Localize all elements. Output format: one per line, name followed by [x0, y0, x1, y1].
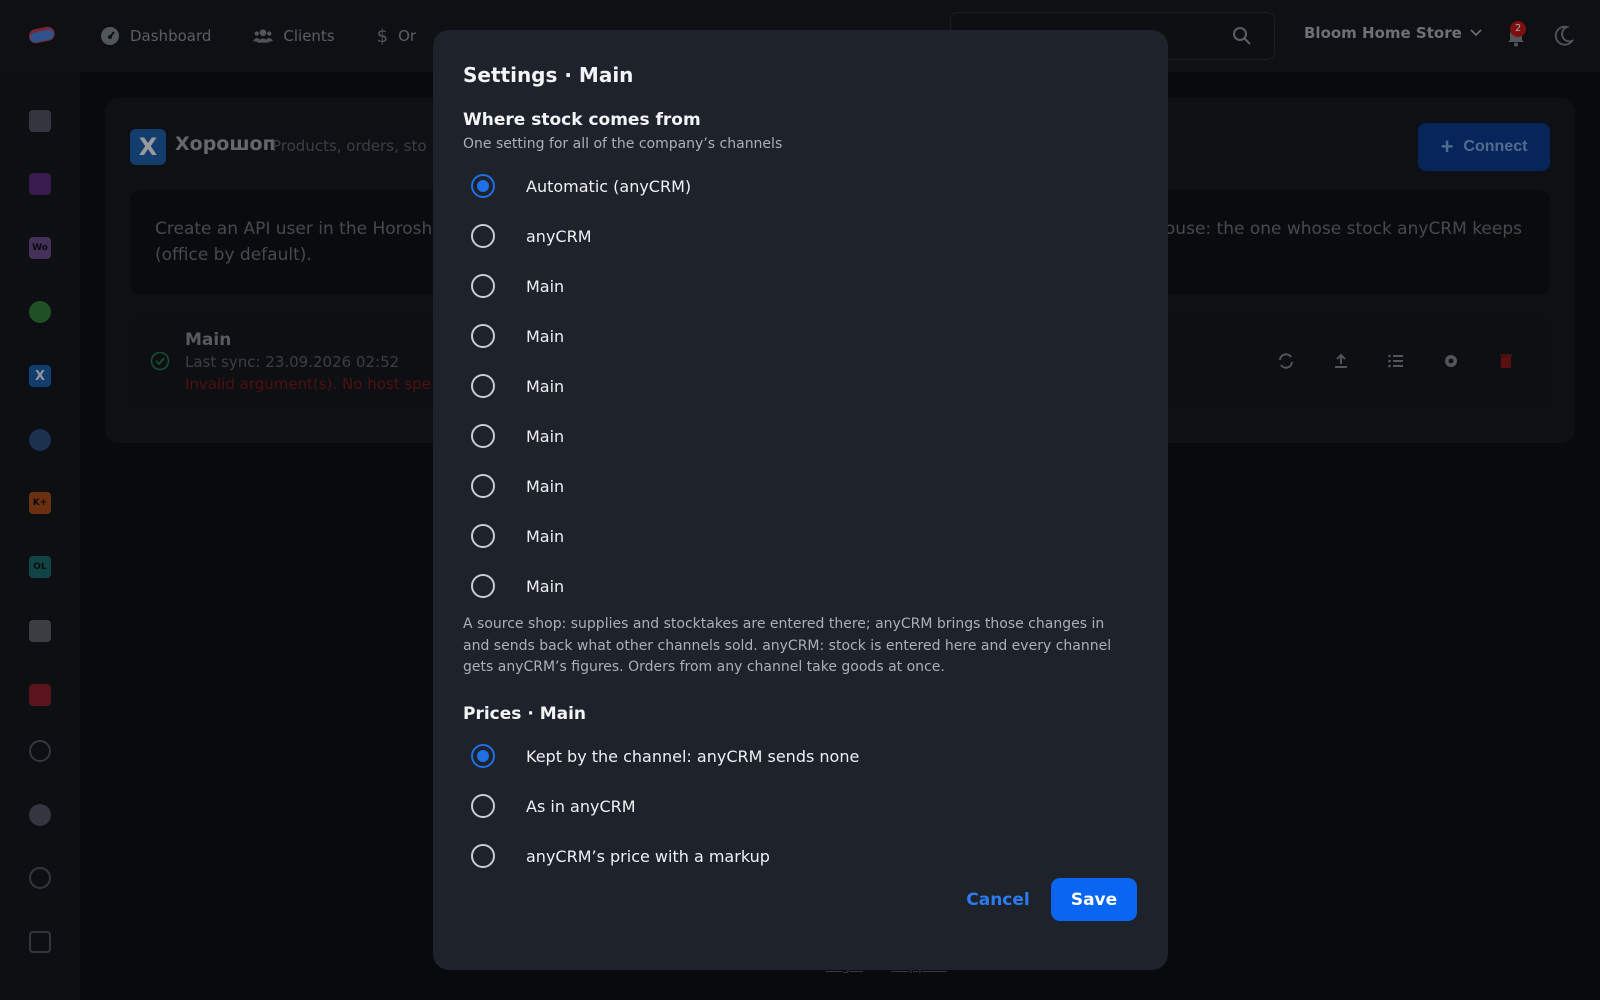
radio-button[interactable] — [471, 574, 495, 598]
price-option[interactable]: Kept by the channel: anyCRM sends none — [471, 743, 859, 769]
radio-button[interactable] — [471, 324, 495, 348]
stock-source-option[interactable]: Main — [471, 423, 564, 449]
radio-button[interactable] — [471, 844, 495, 868]
price-option-label: anyCRM’s price with a markup — [526, 846, 770, 866]
stock-source-option-label: Main — [526, 326, 565, 346]
stock-source-option-label: Automatic (anyCRM) — [526, 176, 692, 196]
stock-source-option-label: anyCRM — [526, 226, 592, 246]
stock-source-option[interactable]: Main — [471, 473, 564, 499]
stock-source-option-label: Main — [526, 426, 565, 446]
stock-section-subtitle: One setting for all of the company’s cha… — [463, 136, 783, 152]
stock-source-option[interactable]: Main — [471, 523, 564, 549]
stock-source-option[interactable]: Main — [471, 323, 564, 349]
price-option[interactable]: anyCRM’s price with a markup — [471, 843, 770, 869]
radio-button[interactable] — [471, 174, 495, 198]
radio-button[interactable] — [471, 744, 495, 768]
save-button[interactable]: Save — [1051, 878, 1137, 921]
price-option-label: Kept by the channel: anyCRM sends none — [526, 746, 860, 766]
modal-title: Settings · Main — [463, 63, 634, 87]
stock-source-option-label: Main — [526, 476, 565, 496]
price-option[interactable]: As in anyCRM — [471, 793, 636, 819]
cancel-button[interactable]: Cancel — [948, 880, 1048, 920]
radio-button[interactable] — [471, 374, 495, 398]
price-option-label: As in anyCRM — [526, 796, 636, 816]
radio-button[interactable] — [471, 424, 495, 448]
stock-source-option-label: Main — [526, 276, 565, 296]
prices-section-title: Prices · Main — [463, 704, 587, 724]
stock-source-option[interactable]: Main — [471, 373, 564, 399]
stock-source-option-label: Main — [526, 376, 565, 396]
stock-source-option[interactable]: anyCRM — [471, 223, 592, 249]
radio-button[interactable] — [471, 274, 495, 298]
radio-button[interactable] — [471, 794, 495, 818]
stock-help-text: A source shop: supplies and stocktakes a… — [463, 616, 1112, 675]
settings-modal: Settings · Main Where stock comes from O… — [433, 30, 1168, 970]
stock-source-option[interactable]: Main — [471, 573, 564, 599]
stock-source-option[interactable]: Main — [471, 273, 564, 299]
stock-section-title: Where stock comes from — [463, 110, 701, 130]
stock-source-option-label: Main — [526, 576, 565, 596]
radio-button[interactable] — [471, 524, 495, 548]
stock-source-option-label: Main — [526, 526, 565, 546]
stock-source-option[interactable]: Automatic (anyCRM) — [471, 173, 691, 199]
radio-button[interactable] — [471, 224, 495, 248]
radio-button[interactable] — [471, 474, 495, 498]
